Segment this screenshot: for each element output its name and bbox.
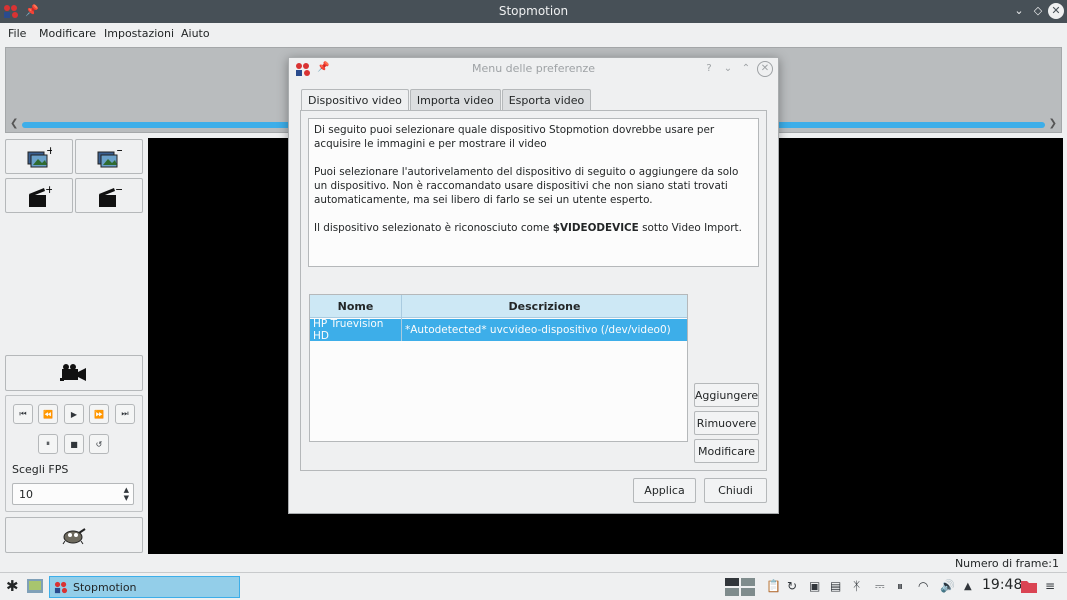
add-scene-button[interactable]: +	[5, 178, 73, 213]
remove-frames-button[interactable]: −	[75, 139, 143, 174]
window-titlebar: 📌 Stopmotion ⌄ ◇ ✕	[0, 0, 1067, 23]
header-descrizione[interactable]: Descrizione	[402, 295, 687, 317]
table-header: Nome Descrizione	[310, 295, 687, 318]
edit-device-button[interactable]: Modificare	[694, 439, 759, 463]
add-frames-button[interactable]: +	[5, 139, 73, 174]
stop-icon[interactable]: ■	[64, 434, 84, 454]
remove-scene-button[interactable]: −	[75, 178, 143, 213]
scroll-left-icon[interactable]: ❮	[10, 118, 18, 129]
wifi-icon[interactable]: ◠	[918, 579, 928, 593]
preferences-dialog: 📌 Menu delle preferenze ? ⌄ ⌃ ✕ Disposit…	[288, 57, 779, 514]
last-frame-icon[interactable]: ⏭	[115, 404, 135, 424]
fps-spinbox[interactable]: 10 ▲ ▼	[12, 483, 134, 505]
add-image-icon: +	[27, 146, 52, 167]
close-icon[interactable]: ✕	[1048, 3, 1064, 19]
previous-frame-icon[interactable]: ⏪	[38, 404, 58, 424]
tab-esporta-video[interactable]: Esporta video	[501, 89, 592, 111]
menu-impostazioni[interactable]: Impostazioni	[104, 27, 174, 40]
info-p3-device-var: $VIDEODEVICE	[552, 222, 639, 234]
dialog-minimize-icon[interactable]: ⌄	[720, 61, 736, 77]
minimize-icon[interactable]: ⌄	[1011, 3, 1027, 19]
dialog-titlebar: 📌 Menu delle preferenze ? ⌄ ⌃ ✕	[289, 58, 778, 80]
close-button[interactable]: Chiudi	[704, 478, 767, 503]
svg-text:−: −	[116, 146, 122, 157]
next-frame-icon[interactable]: ⏩	[89, 404, 109, 424]
info-paragraph-2: Puoi selezionare l'autorivelamento del d…	[314, 166, 739, 206]
info-p3-suffix: sotto Video Import.	[638, 222, 742, 234]
usb-icon[interactable]: ⎓	[875, 579, 885, 594]
gimp-edit-button[interactable]	[5, 517, 143, 553]
volume-icon[interactable]: 🔊	[940, 579, 955, 593]
maximize-icon[interactable]: ◇	[1030, 3, 1046, 19]
help-icon[interactable]: ?	[701, 61, 717, 77]
dialog-close-icon[interactable]: ✕	[757, 61, 773, 77]
tray-expand-icon[interactable]: ▲	[964, 581, 972, 592]
device-info-text: Di seguito puoi selezionare quale dispos…	[308, 118, 759, 267]
media-pause-icon[interactable]: ⏸	[897, 579, 903, 594]
preferences-tabs: Dispositivo video Importa video Esporta …	[301, 89, 592, 112]
apply-button[interactable]: Applica	[633, 478, 696, 503]
kde-launcher-icon[interactable]: ✱	[6, 577, 19, 595]
first-frame-icon[interactable]: ⏮	[13, 404, 33, 424]
remove-device-button[interactable]: Rimuovere	[694, 411, 759, 435]
menu-aiuto[interactable]: Aiuto	[181, 27, 210, 40]
camera-button[interactable]	[5, 355, 143, 391]
task-label: Stopmotion	[73, 580, 137, 594]
tab-importa-video[interactable]: Importa video	[409, 89, 501, 111]
info-p3-prefix: Il dispositivo selezionato è riconosciut…	[314, 222, 553, 234]
stopmotion-task-icon	[54, 581, 68, 593]
task-stopmotion[interactable]: Stopmotion	[49, 576, 240, 598]
add-clapperboard-icon: +	[29, 184, 52, 207]
play-icon[interactable]: ▶	[64, 404, 84, 424]
notes-icon[interactable]: ▤	[830, 579, 841, 593]
fps-label: Scegli FPS	[12, 463, 69, 476]
header-nome[interactable]: Nome	[310, 295, 401, 317]
screenshot-icon[interactable]: ▣	[809, 579, 820, 593]
update-icon[interactable]: ↻	[787, 579, 797, 593]
clipboard-icon[interactable]: 📋	[766, 579, 781, 593]
menu-icon[interactable]: ≡	[1045, 579, 1055, 593]
menu-modificare[interactable]: Modificare	[39, 27, 96, 40]
svg-text:+: +	[46, 146, 52, 157]
add-device-button[interactable]: Aggiungere	[694, 383, 759, 407]
frame-count-status: Numero di frame:1	[954, 557, 1059, 570]
column-separator	[401, 295, 402, 341]
device-table[interactable]: Nome Descrizione HP Truevision HD *Autod…	[309, 294, 688, 442]
fps-value: 10	[19, 488, 33, 501]
table-row[interactable]: HP Truevision HD *Autodetected* uvcvideo…	[310, 318, 687, 342]
info-paragraph-1: Di seguito puoi selezionare quale dispos…	[314, 124, 715, 150]
window-title: Stopmotion	[498, 4, 569, 18]
svg-text:−: −	[115, 184, 122, 196]
remove-image-icon: −	[97, 146, 122, 167]
row-name: HP Truevision HD	[313, 318, 384, 342]
remove-clapperboard-icon: −	[99, 184, 122, 207]
bluetooth-icon[interactable]: ᛡ	[853, 579, 860, 593]
pause-icon[interactable]: ⏸	[38, 434, 58, 454]
folder-icon[interactable]	[1021, 579, 1037, 593]
video-camera-icon	[60, 364, 86, 381]
scroll-right-icon[interactable]: ❯	[1049, 118, 1057, 129]
dialog-maximize-icon[interactable]: ⌃	[738, 61, 754, 77]
menu-file[interactable]: File	[8, 27, 26, 40]
clock[interactable]: 19:48	[982, 577, 1022, 593]
tab-page-video-device: Di seguito puoi selezionare quale dispos…	[300, 110, 767, 471]
taskbar: ✱ Stopmotion 📋 ↻ ▣ ▤ ᛡ ⎓ ⏸ ◠ 🔊 ▲ 19:48 ≡	[0, 572, 1067, 600]
svg-text:+: +	[45, 184, 52, 196]
gimp-icon	[62, 528, 86, 545]
info-paragraph-3: Il dispositivo selezionato è riconosciut…	[314, 221, 753, 235]
spin-arrows-icon[interactable]: ▲ ▼	[124, 486, 129, 502]
menubar: File Modificare Impostazioni Aiuto	[0, 23, 1067, 45]
loop-icon[interactable]: ↺	[89, 434, 109, 454]
tab-dispositivo-video[interactable]: Dispositivo video	[301, 89, 409, 112]
row-description: *Autodetected* uvcvideo-dispositivo (/de…	[405, 324, 671, 336]
desktop-icon[interactable]	[27, 579, 43, 593]
pager-icon[interactable]	[725, 578, 755, 596]
